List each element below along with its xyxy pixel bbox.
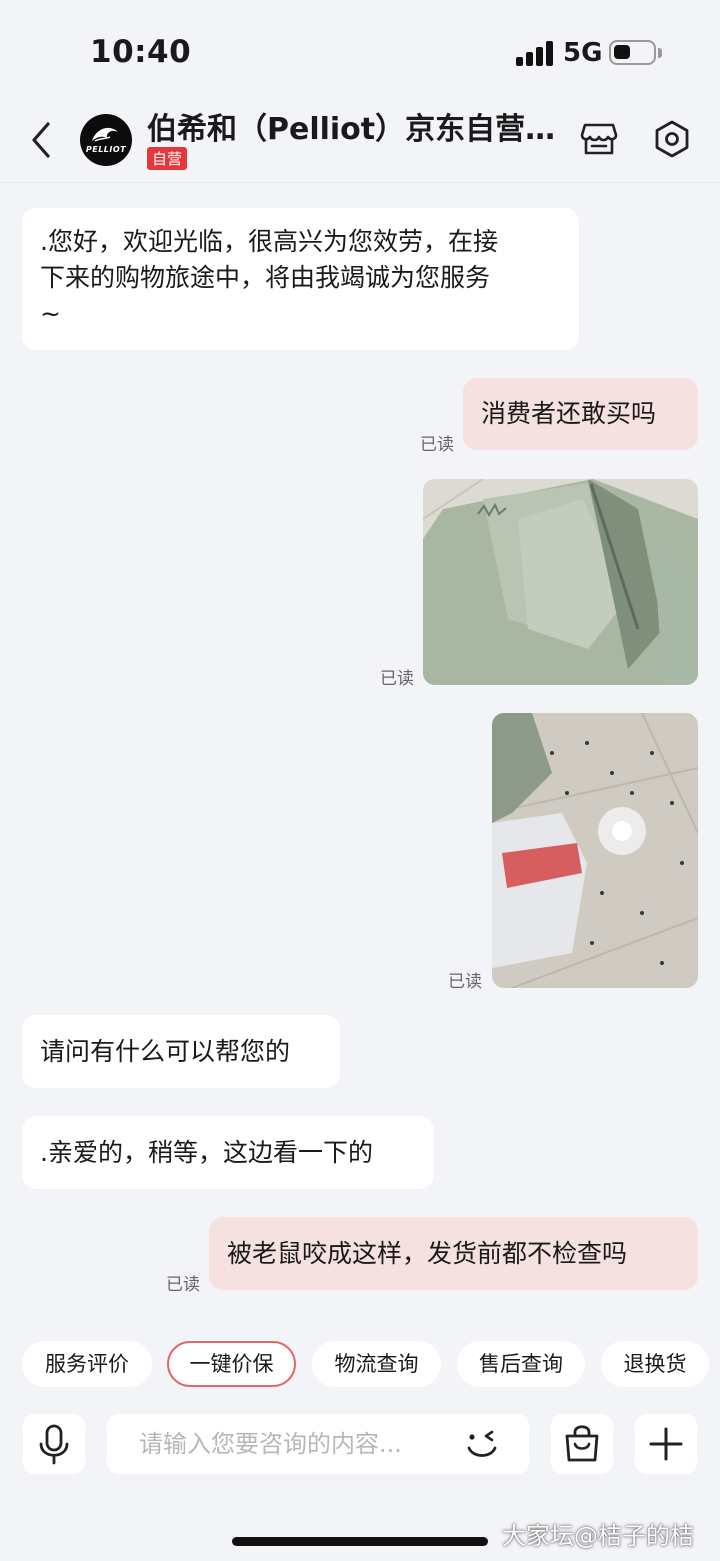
- photo-icon: [492, 713, 698, 988]
- quick-reply-return-exchange[interactable]: 退换货: [601, 1341, 709, 1387]
- plus-icon: [649, 1427, 683, 1461]
- message-incoming: .您好，欢迎光临，很高兴为您效劳，在接 下来的购物旅途中，将由我竭诚为您服务 ~: [22, 208, 579, 350]
- emoji-button[interactable]: [463, 1426, 501, 1462]
- message-input-container: [107, 1414, 529, 1474]
- read-receipt: 已读: [166, 1275, 200, 1295]
- avatar-logo-text: PELLIOT: [85, 145, 127, 154]
- message-image[interactable]: [423, 479, 698, 685]
- read-receipt: 已读: [380, 669, 414, 689]
- message-line: 下来的购物旅途中，将由我竭诚为您服务: [40, 263, 491, 292]
- microphone-icon: [39, 1424, 69, 1465]
- quick-reply-logistics[interactable]: 物流查询: [312, 1341, 441, 1387]
- quick-reply-after-sales[interactable]: 售后查询: [457, 1341, 585, 1387]
- wave-logo-icon: [92, 127, 118, 142]
- battery-icon: [609, 40, 656, 65]
- more-button[interactable]: [635, 1414, 697, 1474]
- photo-icon: [423, 479, 698, 685]
- header-divider: [0, 182, 720, 183]
- signal-icon: [516, 40, 556, 66]
- voice-button[interactable]: [23, 1414, 85, 1474]
- message-incoming: 请问有什么可以帮您的: [22, 1015, 340, 1088]
- message-outgoing: 被老鼠咬成这样，发货前都不检查吗: [209, 1217, 698, 1290]
- quick-reply-service-rating[interactable]: 服务评价: [22, 1341, 152, 1387]
- message-outgoing: 消费者还敢买吗: [463, 378, 698, 450]
- self-operated-badge: 自营: [147, 147, 188, 170]
- watermark: 大家坛@桔子的桔: [502, 1522, 694, 1550]
- shop-title[interactable]: 伯希和（Pelliot）京东自营…: [147, 104, 557, 148]
- shop-avatar[interactable]: PELLIOT: [80, 114, 132, 166]
- settings-icon: [655, 120, 689, 158]
- shopping-bag-button[interactable]: [551, 1414, 613, 1474]
- shopping-bag-icon: [565, 1425, 599, 1462]
- network-type: 5G: [563, 38, 603, 68]
- store-icon: [580, 123, 618, 155]
- message-input[interactable]: [139, 1424, 439, 1464]
- back-button[interactable]: [28, 118, 58, 162]
- message-image[interactable]: [492, 713, 698, 988]
- message-line: ~: [40, 299, 61, 328]
- status-time: 10:40: [90, 34, 192, 70]
- chat-header: PELLIOT 伯希和（Pelliot）京东自营… 自营: [0, 92, 720, 184]
- read-receipt: 已读: [448, 972, 482, 992]
- home-indicator[interactable]: [232, 1537, 488, 1546]
- status-bar: 10:40 5G: [0, 0, 720, 100]
- chevron-left-icon: [32, 122, 50, 158]
- emoji-wink-icon: [467, 1430, 497, 1457]
- read-receipt: 已读: [420, 435, 454, 455]
- message-incoming: .亲爱的，稍等，这边看一下的: [22, 1116, 434, 1189]
- quick-reply-price-protect[interactable]: 一键价保: [167, 1341, 296, 1387]
- message-line: .您好，欢迎光临，很高兴为您效劳，在接: [40, 227, 498, 256]
- settings-button[interactable]: [653, 119, 691, 159]
- store-button[interactable]: [580, 120, 618, 158]
